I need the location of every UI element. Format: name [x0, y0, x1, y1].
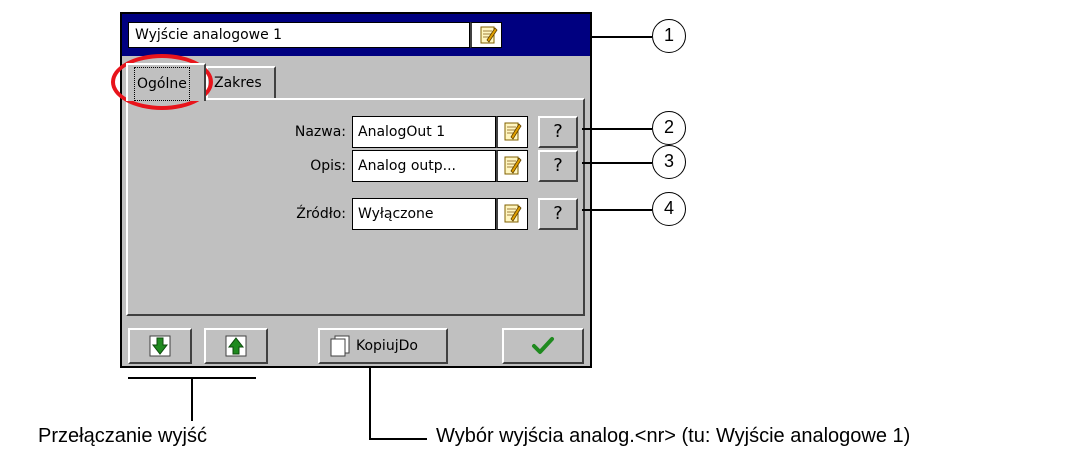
- select-output-caption: Wybór wyjścia analog.<nr> (tu: Wyjście a…: [436, 425, 911, 447]
- name-help-button[interactable]: ?: [538, 116, 578, 148]
- description-field[interactable]: Analog outp...: [352, 150, 496, 182]
- checkmark-icon: [532, 337, 554, 354]
- title-edit-button[interactable]: [470, 22, 502, 48]
- callout-1-line: [592, 36, 652, 38]
- device-window: Wyjście analogowe 1 Ogólne Zakres Nazwa:…: [120, 12, 592, 368]
- question-mark-icon: ?: [553, 155, 563, 176]
- name-field[interactable]: AnalogOut 1: [352, 116, 496, 148]
- copy-page-icon: [330, 335, 350, 357]
- source-edit-button[interactable]: [496, 198, 528, 230]
- description-help-button[interactable]: ?: [538, 150, 578, 182]
- arrow-up-icon: [225, 335, 247, 357]
- callout-2-line: [582, 128, 652, 130]
- title-bar: Wyjście analogowe 1: [122, 14, 590, 56]
- switch-outputs-caption: Przełączanie wyjść: [38, 425, 207, 447]
- edit-icon: [504, 122, 522, 141]
- switch-bracket-stem: [191, 377, 193, 421]
- select-leader-horizontal: [369, 438, 427, 440]
- source-label: Źródło:: [296, 206, 346, 222]
- question-mark-icon: ?: [553, 203, 563, 224]
- edit-icon: [480, 26, 498, 44]
- callout-1: 1: [652, 19, 686, 53]
- name-label: Nazwa:: [294, 124, 346, 140]
- source-field[interactable]: Wyłączone: [352, 198, 496, 230]
- description-edit-button[interactable]: [496, 150, 528, 182]
- next-output-button[interactable]: [128, 328, 192, 364]
- callout-3-line: [582, 162, 652, 164]
- ok-button[interactable]: [502, 328, 584, 364]
- edit-icon: [504, 204, 522, 223]
- callout-3: 3: [652, 145, 686, 179]
- tab-range-label: Zakres: [214, 75, 262, 91]
- callout-4-line: [582, 209, 652, 211]
- copy-to-button[interactable]: KopiujDo: [318, 328, 448, 364]
- tab-general-label: Ogólne: [134, 67, 190, 101]
- description-label: Opis:: [310, 158, 346, 174]
- callout-2: 2: [652, 111, 686, 145]
- previous-output-button[interactable]: [204, 328, 268, 364]
- copy-to-label: KopiujDo: [356, 338, 418, 354]
- source-help-button[interactable]: ?: [538, 198, 578, 230]
- title-field[interactable]: Wyjście analogowe 1: [128, 22, 470, 48]
- name-edit-button[interactable]: [496, 116, 528, 148]
- edit-icon: [504, 156, 522, 175]
- select-leader-vertical: [369, 368, 371, 440]
- arrow-down-icon: [149, 335, 171, 357]
- question-mark-icon: ?: [553, 121, 563, 142]
- callout-4: 4: [652, 192, 686, 226]
- tab-range[interactable]: Zakres: [206, 66, 276, 99]
- tab-general[interactable]: Ogólne: [126, 63, 206, 101]
